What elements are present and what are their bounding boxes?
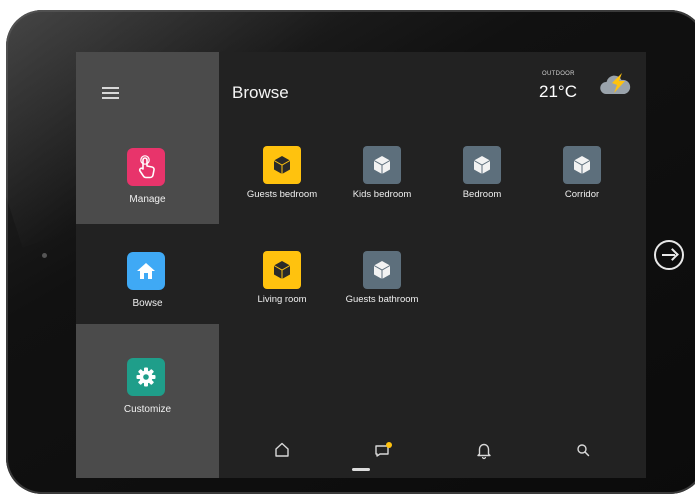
cube-icon [363, 146, 401, 184]
page-title: Browse [232, 83, 289, 102]
cube-icon [563, 146, 601, 184]
room-tile-corridor[interactable]: Corridor [537, 146, 627, 200]
menu-button[interactable] [100, 84, 124, 104]
room-tile-bedroom[interactable]: Bedroom [437, 146, 527, 200]
room-tile-living-room[interactable]: Living room [237, 251, 327, 305]
logout-icon[interactable] [654, 240, 684, 270]
sidebar-item-customize[interactable]: Customize [76, 324, 219, 478]
bottom-tab-bar [219, 432, 646, 478]
room-tile-kids-bedroom[interactable]: Kids bedroom [337, 146, 427, 200]
sidebar-item-label: Customize [123, 404, 172, 415]
room-label: Guests bedroom [246, 189, 318, 200]
room-label: Corridor [564, 189, 600, 200]
tab-notifications[interactable] [472, 438, 496, 462]
sidebar-item-label: Manage [129, 194, 166, 205]
room-label: Living room [257, 294, 307, 305]
hand-pointer-icon [127, 148, 165, 186]
message-badge-icon [375, 442, 392, 457]
front-camera [42, 253, 47, 258]
cube-icon [263, 146, 301, 184]
room-label: Bedroom [462, 189, 502, 200]
cube-icon [363, 251, 401, 289]
home-icon [127, 252, 165, 290]
tab-home[interactable] [270, 438, 294, 462]
room-tile-guests-bathroom[interactable]: Guests bathroom [337, 251, 427, 305]
home-outline-icon [275, 442, 289, 457]
weather-caption: OUTDOOR [542, 71, 575, 77]
sidebar: Manage Bowse Customize [76, 52, 219, 478]
room-label: Guests bathroom [345, 294, 419, 305]
search-icon [577, 444, 590, 457]
tablet-frame: Manage Bowse Customize Browse OUTDOOR 21… [6, 10, 695, 494]
room-tile-guests-bedroom[interactable]: Guests bedroom [237, 146, 327, 200]
tab-search[interactable] [571, 438, 595, 462]
home-indicator[interactable] [352, 468, 370, 471]
cube-icon [463, 146, 501, 184]
hamburger-menu-icon [102, 87, 119, 89]
bell-icon [477, 443, 491, 460]
app-screen: Manage Bowse Customize Browse OUTDOOR 21… [76, 52, 646, 478]
room-label: Kids bedroom [352, 189, 412, 200]
weather-temperature: 21°C [539, 82, 577, 101]
cloud-lightning-icon [598, 73, 632, 99]
sidebar-item-browse[interactable]: Bowse [76, 224, 219, 324]
gear-icon [127, 358, 165, 396]
cube-icon [263, 251, 301, 289]
sidebar-item-manage[interactable]: Manage [76, 52, 219, 224]
tab-messages[interactable] [371, 438, 395, 462]
sidebar-item-label: Bowse [132, 298, 163, 309]
